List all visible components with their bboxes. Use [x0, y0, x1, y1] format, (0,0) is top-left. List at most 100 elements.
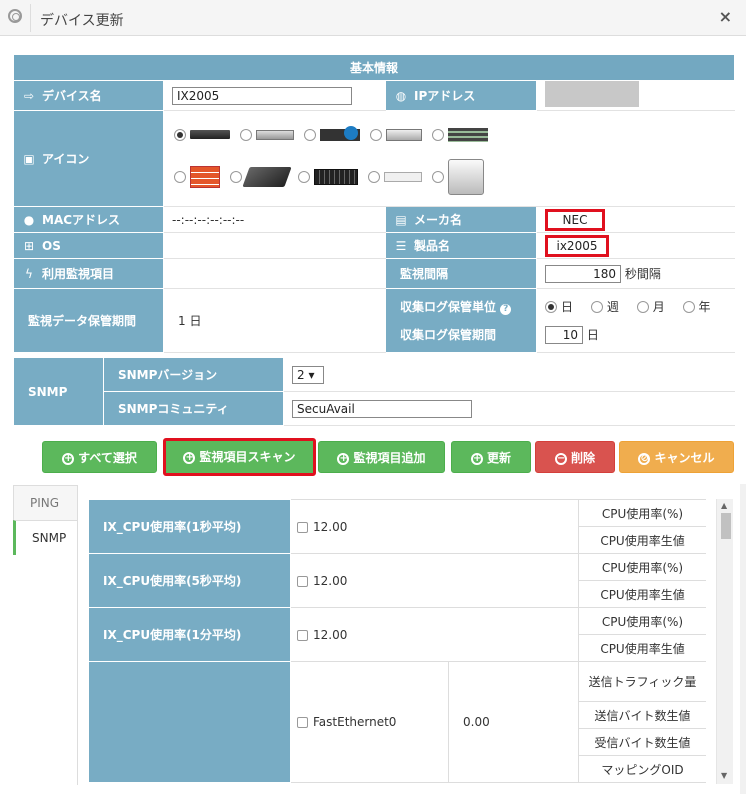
scroll-thumb[interactable]	[721, 513, 731, 539]
monitor-checkbox-4[interactable]	[297, 717, 308, 728]
icon-radio-6[interactable]	[174, 170, 186, 183]
rack-device-icon	[190, 130, 230, 139]
add-monitor-button[interactable]: + 監視項目追加	[318, 441, 445, 473]
retention-value: 1 日	[163, 288, 386, 353]
title-separator	[30, 4, 31, 32]
icon-radio-4[interactable]	[370, 128, 382, 141]
monitor-checkbox-3[interactable]	[297, 629, 308, 641]
mac-label: ● MACアドレス	[13, 206, 164, 233]
snmp-label: SNMP	[13, 357, 104, 426]
select-all-button[interactable]: + すべて選択	[42, 441, 157, 473]
delete-button[interactable]: − 削除	[535, 441, 615, 473]
basic-info-table: 基本情報 ⇨ デバイス名 IX2005 ◍ IPアドレス ▣ アイコン ● MA…	[12, 54, 736, 353]
monitor-sub: 受信バイト数生値	[578, 728, 706, 756]
monitor-tabs: PING SNMP	[13, 485, 78, 555]
router-device-icon	[320, 125, 360, 141]
retention-label: 監視データ保管期間	[13, 288, 164, 353]
icon-radio-2[interactable]	[240, 128, 252, 141]
snmp-community-label: SNMPコミュニティ	[103, 391, 284, 426]
tab-pane-border	[77, 485, 78, 785]
log-period-label: 収集ログ保管期間	[400, 327, 497, 342]
scroll-up-icon[interactable]: ▲	[721, 501, 727, 510]
minus-circle-icon: −	[554, 452, 567, 465]
monitor-checkbox-1[interactable]	[297, 521, 308, 533]
image-icon: ▣	[23, 152, 35, 166]
log-period-row: 10 日	[545, 321, 726, 349]
monitor-items-value	[163, 258, 386, 289]
maker-label: ▤ メーカ名	[385, 206, 537, 233]
icon-radio-9[interactable]	[368, 170, 380, 183]
product-label: ☰ 製品名	[385, 232, 537, 259]
ip-cell	[535, 80, 736, 111]
snmp-table: SNMP SNMPバージョン 2 ▾ SNMPコミュニティ SecuAvail	[13, 357, 735, 426]
appliance-device-icon	[448, 158, 484, 195]
log-unit-month-radio[interactable]	[636, 301, 649, 313]
product-value: ix2005	[545, 234, 609, 257]
maker-value: NEC	[545, 208, 605, 231]
monitor-checkbox-2[interactable]	[297, 575, 308, 587]
log-unit-label: 収集ログ保管単位 ?	[400, 293, 528, 321]
mac-value: --:--:--:--:--:--	[163, 206, 386, 233]
log-period-input[interactable]: 10	[545, 325, 583, 344]
update-button[interactable]: + 更新	[451, 441, 531, 473]
switch-device-icon	[242, 166, 292, 187]
log-unit-day-radio[interactable]	[545, 301, 557, 313]
log-unit-year-radio[interactable]	[682, 301, 695, 313]
basic-info-header: 基本情報	[12, 54, 736, 81]
globe-icon: ◍	[395, 89, 407, 103]
icon-label: ▣ アイコン	[13, 110, 164, 207]
title-bar: デバイス更新 ×	[0, 0, 746, 36]
interval-cell: 180 秒間隔	[535, 258, 736, 289]
scroll-down-icon[interactable]: ▼	[721, 771, 727, 780]
ip-label: ◍ IPアドレス	[385, 80, 537, 111]
monitor-name-1: IX_CPU使用率(1秒平均)	[88, 499, 291, 554]
tab-snmp[interactable]: SNMP	[13, 520, 78, 555]
icon-radio-3[interactable]	[304, 128, 316, 141]
icon-radio-7[interactable]	[230, 170, 242, 183]
icon-row-2	[174, 153, 726, 201]
building-icon: ▤	[395, 213, 407, 227]
action-buttons: + すべて選択 + 監視項目スキャン + 監視項目追加 + 更新 − 削除 ⊘ キャンセル	[42, 438, 742, 476]
network-icon: ●	[23, 213, 35, 227]
interval-label: 監視間隔	[385, 258, 537, 289]
monitor-value-3: 12.00	[289, 607, 580, 662]
tab-ping[interactable]: PING	[13, 485, 78, 520]
ip-redacted-box	[545, 81, 639, 107]
plus-circle-icon: +	[337, 452, 350, 465]
monitor-value-4b: 0.00	[447, 661, 580, 783]
device-name-input[interactable]: IX2005	[172, 86, 352, 105]
monitor-value-1: 12.00	[289, 499, 580, 554]
close-icon[interactable]: ×	[719, 7, 732, 26]
interval-input[interactable]: 180	[545, 264, 621, 283]
monitor-sub: CPU使用率(%)	[578, 607, 706, 635]
scan-button[interactable]: + 監視項目スキャン	[163, 438, 316, 476]
os-label: ⊞ OS	[13, 232, 164, 259]
snmp-community-cell: SecuAvail	[283, 391, 735, 426]
gear-icon	[8, 9, 22, 23]
monitor-sub: 送信トラフィック量	[578, 661, 706, 702]
windows-icon: ⊞	[23, 238, 35, 253]
icon-radio-8[interactable]	[298, 170, 310, 183]
maker-cell: NEC	[535, 206, 736, 233]
snmp-version-cell: 2 ▾	[283, 357, 735, 392]
monitor-sub: マッピングOID	[578, 755, 706, 783]
help-icon[interactable]: ?	[500, 303, 512, 315]
icon-radio-10[interactable]	[432, 170, 444, 183]
cancel-button[interactable]: ⊘ キャンセル	[619, 441, 734, 473]
monitor-list[interactable]: IX_CPU使用率(1秒平均) 12.00 CPU使用率(%) CPU使用率生値…	[88, 499, 706, 784]
monitor-name-3: IX_CPU使用率(1分平均)	[88, 607, 291, 662]
plus-circle-icon: +	[62, 452, 75, 465]
window-title: デバイス更新	[40, 13, 124, 29]
icon-radio-5[interactable]	[432, 128, 444, 141]
monitor-name-4	[88, 661, 291, 783]
monitor-sub: CPU使用率生値	[578, 580, 706, 608]
monitor-scrollbar[interactable]: ▲ ▼	[716, 499, 733, 784]
firewall-device-icon	[190, 165, 220, 188]
snmp-version-select[interactable]: 2 ▾	[292, 365, 324, 384]
icon-radio-1[interactable]	[174, 128, 186, 141]
icon-row-1	[174, 117, 726, 153]
snmp-community-input[interactable]: SecuAvail	[292, 399, 472, 418]
ban-icon: ⊘	[638, 452, 651, 465]
window-scrollbar[interactable]	[740, 484, 746, 794]
log-unit-week-radio[interactable]	[590, 301, 603, 313]
